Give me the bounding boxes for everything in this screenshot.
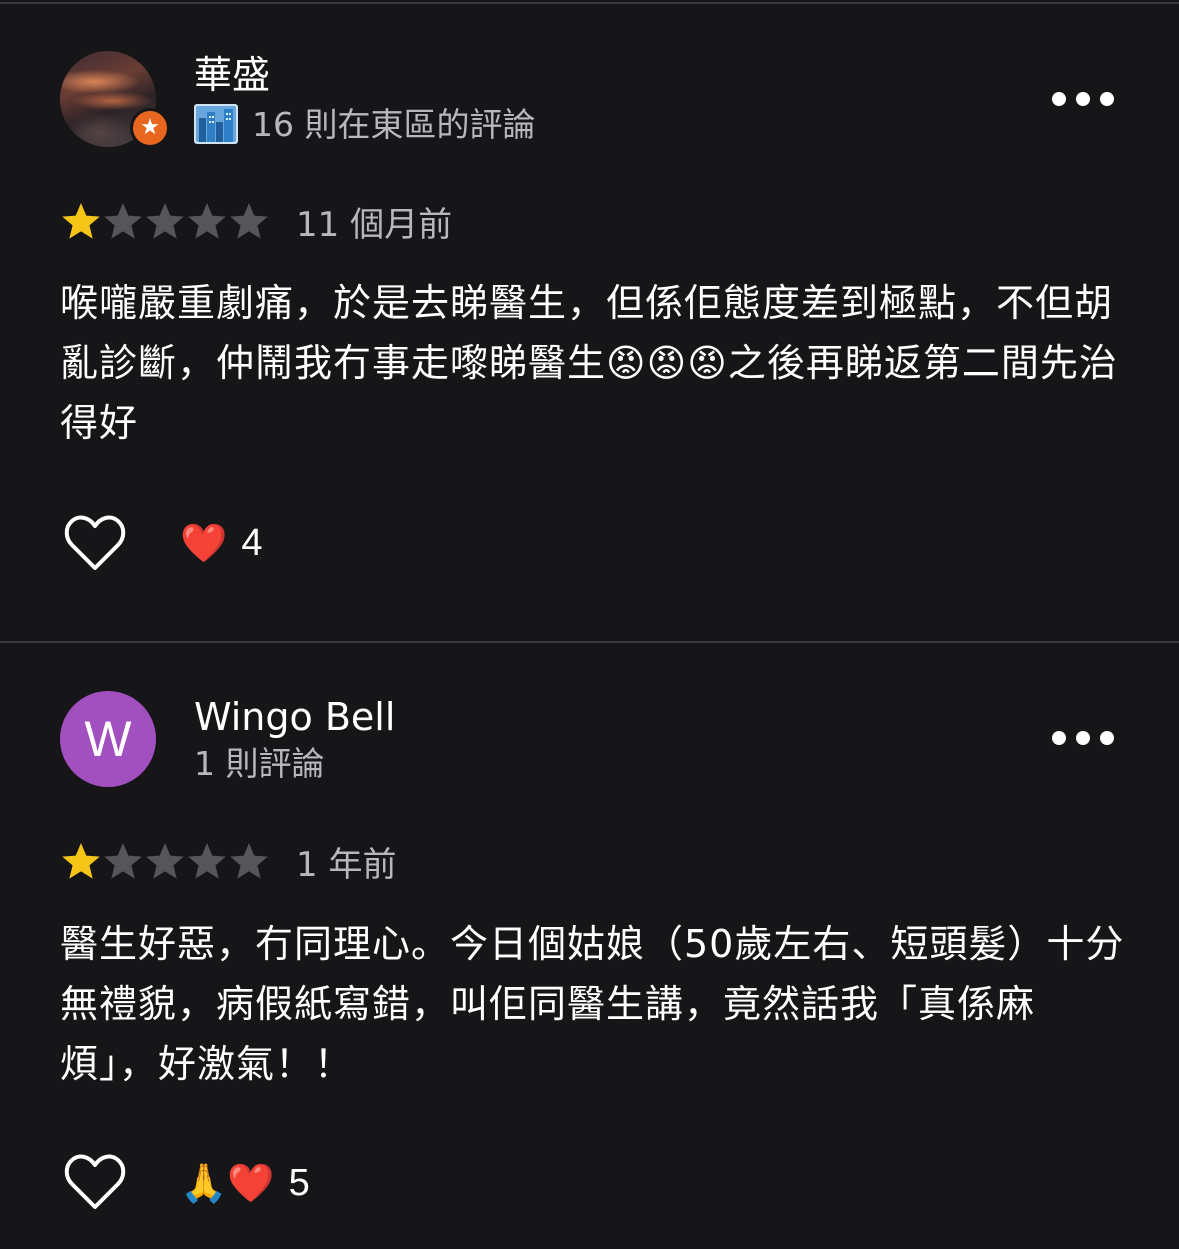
reactions-summary[interactable]: ❤️ 4 [180, 518, 262, 568]
author-name[interactable]: Wingo Bell [194, 698, 395, 736]
author-meta-text: 1 則評論 [194, 744, 325, 783]
more-options-button[interactable] [1052, 723, 1114, 753]
heart-outline-icon[interactable] [64, 1154, 126, 1212]
rating-row: 1 年前 [60, 838, 397, 885]
more-dot-icon [1100, 92, 1114, 106]
more-dot-icon [1100, 731, 1114, 745]
avatar-letter: W [84, 711, 132, 767]
reaction-count: 4 [241, 521, 263, 564]
star-rating [60, 200, 270, 242]
author-meta-text: 16 則在東區的評論 [252, 104, 536, 144]
city-skyline-icon [194, 104, 238, 144]
more-dot-icon [1076, 92, 1090, 106]
review-text: 醫生好惡，冇同理心。今日個姑娘（50歲左右、短頭髮）十分無禮貌，病假紙寫錯，叫佢… [60, 922, 1125, 1086]
more-dot-icon [1052, 731, 1066, 745]
review-card: ★ 華盛 16 則在東區的評論 11 個月前 喉嚨嚴重劇痛，於是去睇醫生，但係佢… [0, 0, 1179, 642]
avatar[interactable]: W [60, 691, 156, 787]
star-filled-icon [62, 843, 100, 879]
heart-outline-icon[interactable] [64, 515, 126, 573]
local-guide-star-icon: ★ [130, 108, 170, 148]
more-options-button[interactable] [1052, 84, 1114, 114]
star-empty-icon [104, 203, 142, 239]
author-review-count[interactable]: 1 則評論 [194, 747, 325, 780]
star-empty-icon [104, 843, 142, 879]
star-empty-icon [230, 843, 268, 879]
review-date: 11 個月前 [296, 204, 453, 245]
author-review-count[interactable]: 16 則在東區的評論 [194, 104, 535, 144]
reaction-count: 5 [288, 1161, 310, 1204]
more-dot-icon [1052, 92, 1066, 106]
reactions-summary[interactable]: 🙏❤️ 5 [180, 1158, 310, 1208]
star-filled-icon [62, 203, 100, 239]
star-rating [60, 840, 270, 882]
reaction-emoji: ❤️ [180, 521, 228, 565]
star-empty-icon [146, 203, 184, 239]
rating-row: 11 個月前 [60, 198, 453, 245]
star-empty-icon [146, 843, 184, 879]
review-text: 喉嚨嚴重劇痛，於是去睇醫生，但係佢態度差到極點，不但胡亂診斷，仲鬧我冇事走嚟睇醫… [60, 281, 1118, 445]
star-empty-icon [230, 203, 268, 239]
star-empty-icon [188, 843, 226, 879]
more-dot-icon [1076, 731, 1090, 745]
review-date: 1 年前 [296, 844, 397, 885]
review-card: W Wingo Bell 1 則評論 1 年前 醫生好惡，冇同理心。今日個姑娘（… [0, 643, 1179, 1249]
author-name[interactable]: 華盛 [194, 56, 270, 94]
reaction-emoji: 🙏❤️ [180, 1161, 275, 1205]
star-empty-icon [188, 203, 226, 239]
